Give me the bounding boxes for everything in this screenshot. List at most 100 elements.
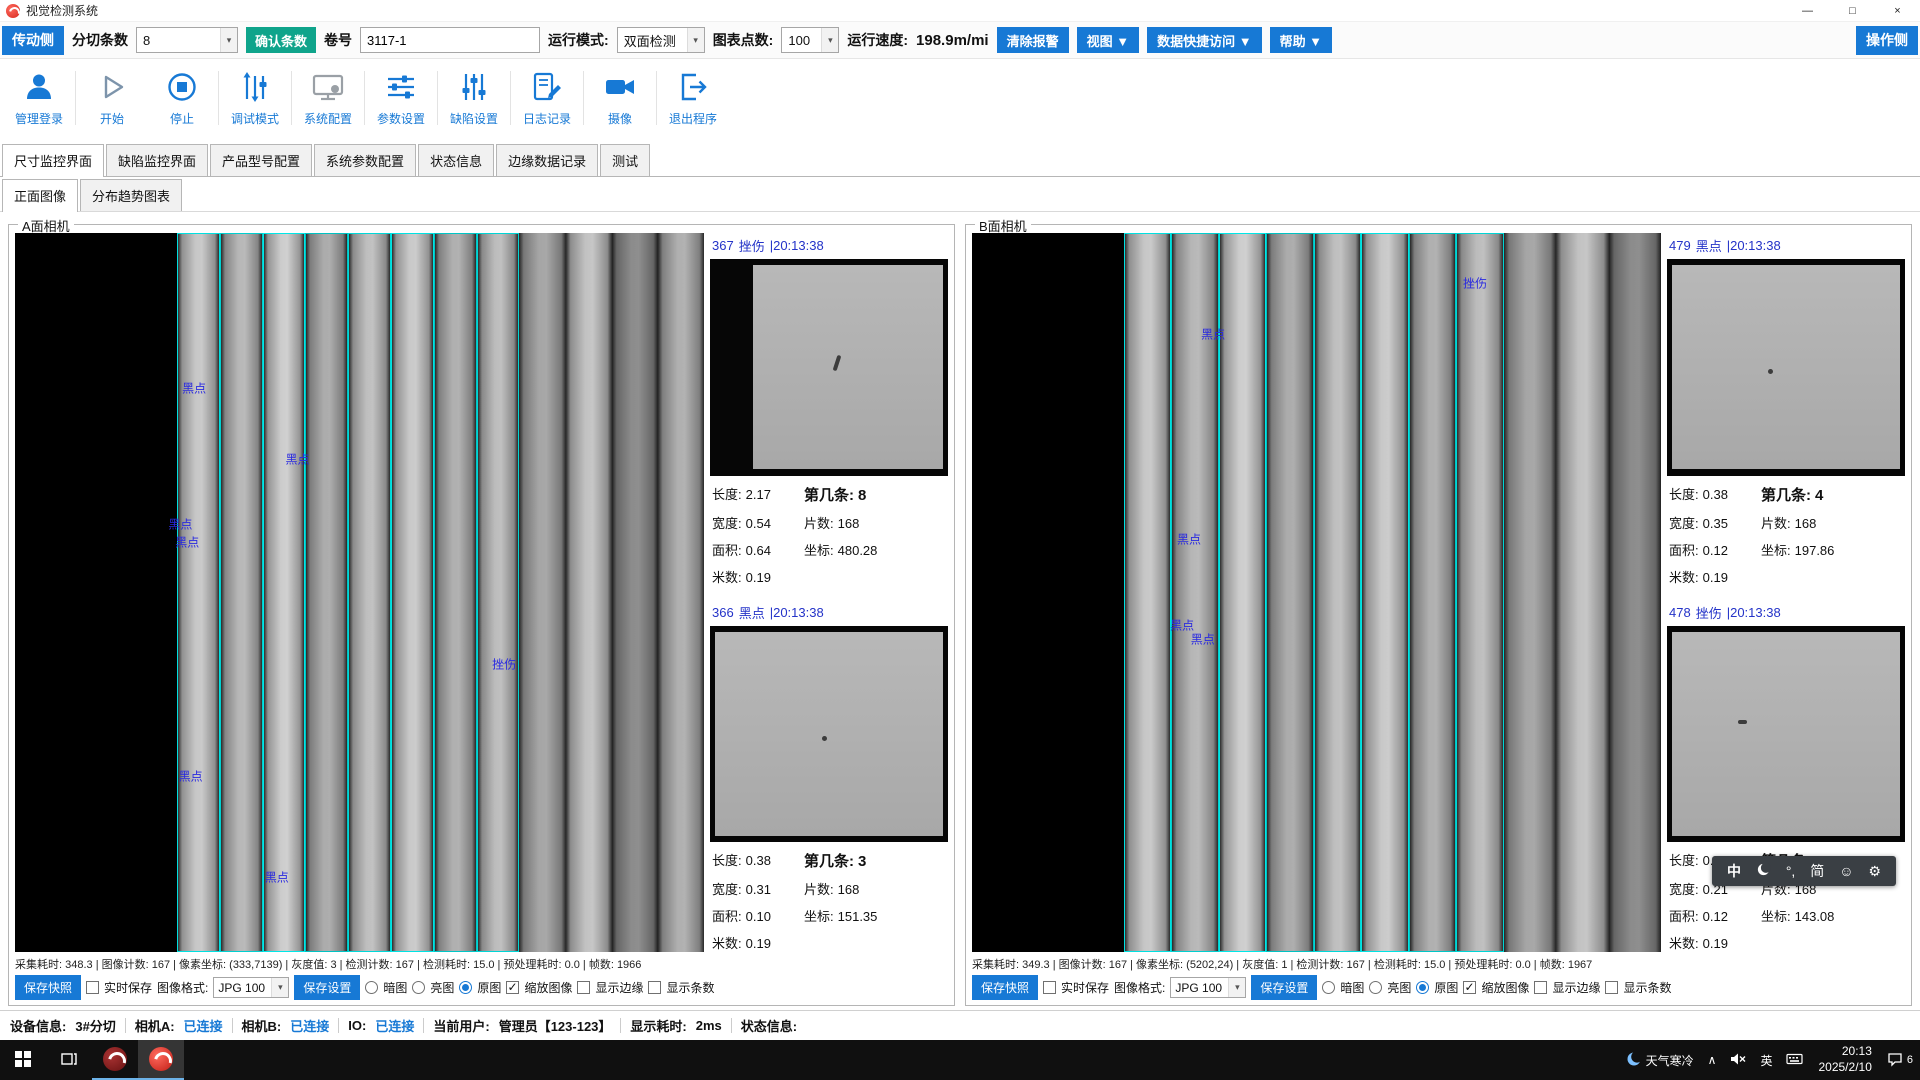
defect-mark [822, 736, 827, 741]
volume-muted-button[interactable] [1723, 1040, 1753, 1080]
task-view-icon [61, 1051, 77, 1070]
original-image-radio[interactable] [459, 981, 472, 994]
maximize-button[interactable]: □ [1830, 0, 1875, 21]
help-menu-button[interactable]: 帮助 ▼ [1270, 27, 1332, 53]
tray-expand-button[interactable]: ∧ [1701, 1040, 1724, 1080]
sliders-vertical-icon [457, 70, 491, 107]
debug-mode-button[interactable]: 调试模式 [220, 59, 290, 137]
statusbar-separator [125, 1018, 126, 1033]
save-settings-button[interactable]: 保存设置 [294, 975, 360, 1000]
params-settings-button[interactable]: 参数设置 [366, 59, 436, 137]
exit-program-button[interactable]: 退出程序 [658, 59, 728, 137]
defect-card[interactable]: 478 挫伤 |20:13:38 长度:0.57 第几条:3 宽度:0.21 片… [1667, 600, 1905, 953]
bright-image-radio[interactable] [412, 981, 425, 994]
tab-system-params[interactable]: 系统参数配置 [314, 144, 416, 176]
weather-widget[interactable]: 天气寒冷 [1619, 1040, 1701, 1080]
status-info-label: 状态信息: [741, 1016, 797, 1035]
show-edges-checkbox[interactable] [1534, 981, 1547, 994]
original-image-radio[interactable] [1416, 981, 1429, 994]
log-record-button[interactable]: 日志记录 [512, 59, 582, 137]
slit-count-select[interactable]: 8 ▾ [136, 27, 238, 53]
operator-side-button[interactable]: 操作侧 [1856, 26, 1918, 55]
keyboard-button[interactable] [1779, 1040, 1810, 1080]
material-strip [566, 233, 612, 952]
defect-card[interactable]: 366 黑点 |20:13:38 长度:0.38 第几条:3 宽度:0.31 片… [710, 600, 948, 953]
taskbar-clock[interactable]: 20:13 2025/2/10 [1810, 1044, 1879, 1075]
show-strips-checkbox[interactable] [1605, 981, 1618, 994]
ime-emoji-button[interactable]: ☺ [1839, 863, 1853, 879]
tab-edge-data[interactable]: 边缘数据记录 [496, 144, 598, 176]
defect-time: |20:13:38 [1727, 605, 1781, 620]
realtime-save-checkbox[interactable] [86, 981, 99, 994]
taskbar-app-1[interactable] [92, 1040, 138, 1080]
ime-toolbar[interactable]: 中 °, 简 ☺ ⚙ [1712, 856, 1896, 886]
camera-panels: A面相机 黑点黑点黑点黑点挫伤黑点黑点 367 挫伤 |20:13:38 长度:… [0, 212, 1920, 1010]
ime-settings-button[interactable]: ⚙ [1868, 863, 1881, 880]
video-camera-icon [603, 70, 637, 107]
zoom-image-checkbox[interactable] [1463, 981, 1476, 994]
roll-number-input[interactable] [360, 27, 540, 53]
defect-annotation: 挫伤 [1463, 275, 1487, 292]
image-format-select[interactable]: JPG 100▾ [213, 977, 289, 998]
stat-strip-no: 第几条:3 [804, 850, 946, 871]
save-snapshot-button[interactable]: 保存快照 [15, 975, 81, 1000]
tab-status-info[interactable]: 状态信息 [418, 144, 494, 176]
taskbar-app-2-active[interactable] [138, 1040, 184, 1080]
stop-run-button[interactable]: 停止 [147, 59, 217, 137]
ribbon-toolbar: 管理登录 开始 停止 调试模式 系统配置 参数设置 缺陷设置 日志记录 摄像 退… [0, 59, 1920, 137]
app-icon [149, 1047, 173, 1071]
close-button[interactable]: × [1875, 0, 1920, 21]
show-edges-checkbox[interactable] [577, 981, 590, 994]
data-quick-access-menu-button[interactable]: 数据快捷访问 ▼ [1147, 27, 1261, 53]
defect-card[interactable]: 479 黑点 |20:13:38 长度:0.38 第几条:4 宽度:0.35 片… [1667, 233, 1905, 586]
system-config-button[interactable]: 系统配置 [293, 59, 363, 137]
save-snapshot-button[interactable]: 保存快照 [972, 975, 1038, 1000]
ime-simplified-indicator[interactable]: 简 [1810, 861, 1824, 881]
defect-time: |20:13:38 [770, 605, 824, 620]
stat-width: 宽度:0.35 [1669, 513, 1761, 532]
minimize-button[interactable]: — [1785, 0, 1830, 21]
realtime-save-checkbox[interactable] [1043, 981, 1056, 994]
tab-product-config[interactable]: 产品型号配置 [210, 144, 312, 176]
tab-size-monitor[interactable]: 尺寸监控界面 [2, 144, 104, 177]
chart-points-select[interactable]: 100 ▾ [781, 27, 839, 53]
confirm-count-button[interactable]: 确认条数 [246, 27, 316, 53]
ime-punct-indicator[interactable]: °, [1786, 863, 1796, 879]
defect-settings-button[interactable]: 缺陷设置 [439, 59, 509, 137]
defect-card[interactable]: 367 挫伤 |20:13:38 长度:2.17 第几条:8 宽度:0.54 片… [710, 233, 948, 586]
show-strips-checkbox[interactable] [648, 981, 661, 994]
app-logo-icon [6, 4, 20, 18]
ime-moon-icon[interactable] [1756, 862, 1771, 880]
start-run-button[interactable]: 开始 [77, 59, 147, 137]
ime-language-indicator[interactable]: 英 [1753, 1040, 1779, 1080]
drive-side-button[interactable]: 传动侧 [2, 26, 64, 55]
start-button[interactable] [0, 1040, 46, 1080]
dark-image-radio[interactable] [1322, 981, 1335, 994]
defect-card-header: 366 黑点 |20:13:38 [710, 600, 948, 626]
stat-pieces: 片数:168 [804, 513, 946, 532]
run-mode-label: 运行模式: [548, 30, 609, 50]
task-view-button[interactable] [46, 1040, 92, 1080]
action-center-button[interactable]: 6 [1880, 1040, 1920, 1080]
defect-mark [832, 355, 841, 371]
zoom-image-checkbox[interactable] [506, 981, 519, 994]
stat-coord: 坐标:143.08 [1761, 906, 1903, 925]
defect-type: 挫伤 [739, 236, 765, 255]
ime-chinese-indicator[interactable]: 中 [1727, 861, 1741, 881]
run-mode-select[interactable]: 双面检测 ▾ [617, 27, 705, 53]
view-menu-button[interactable]: 视图 ▼ [1077, 27, 1139, 53]
tab-defect-monitor[interactable]: 缺陷监控界面 [106, 144, 208, 176]
admin-login-button[interactable]: 管理登录 [4, 59, 74, 137]
capture-button[interactable]: 摄像 [585, 59, 655, 137]
dark-image-radio[interactable] [365, 981, 378, 994]
material-strip [1361, 233, 1409, 952]
subtab-front-image[interactable]: 正面图像 [2, 179, 78, 212]
stat-coord: 坐标:197.86 [1761, 540, 1903, 559]
clear-alarm-button[interactable]: 清除报警 [997, 27, 1069, 53]
tab-test[interactable]: 测试 [600, 144, 650, 176]
image-format-select[interactable]: JPG 100▾ [1170, 977, 1246, 998]
save-settings-button[interactable]: 保存设置 [1251, 975, 1317, 1000]
subtab-distribution-chart[interactable]: 分布趋势图表 [80, 179, 182, 211]
bright-image-radio[interactable] [1369, 981, 1382, 994]
panel-camera-b: B面相机 挫伤黑点黑点黑点黑点 479 黑点 |20:13:38 长度:0.38… [965, 224, 1912, 1006]
